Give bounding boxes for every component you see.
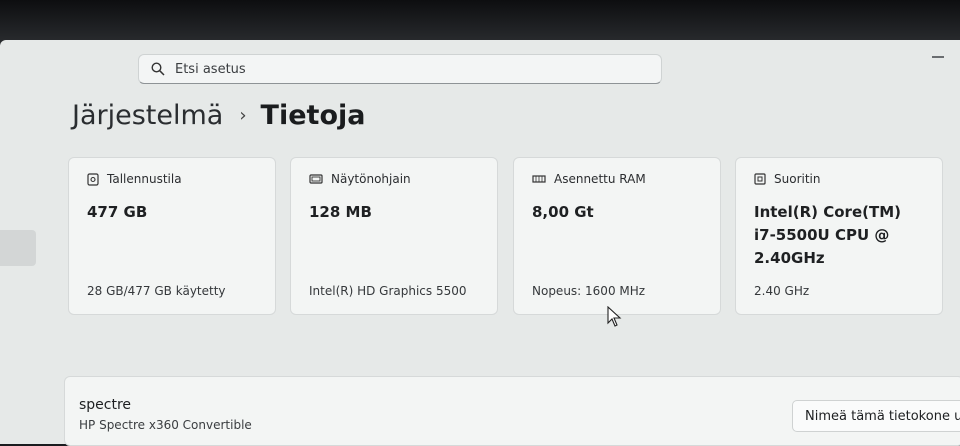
breadcrumb-parent-link[interactable]: Järjestelmä <box>72 100 223 131</box>
device-model: HP Spectre x360 Convertible <box>79 418 252 432</box>
search-box[interactable] <box>138 54 662 84</box>
processor-name-line: i7-5500U CPU @ <box>754 226 890 244</box>
mouse-cursor-icon <box>607 306 622 327</box>
graphics-card[interactable]: Näytönohjain 128 MB Intel(R) HD Graphics… <box>290 157 498 315</box>
graphics-card-title: Näytönohjain <box>331 172 411 186</box>
graphics-memory: 128 MB <box>309 203 372 221</box>
processor-name-line: Intel(R) Core(TM) <box>754 203 901 221</box>
processor-name-line: 2.40GHz <box>754 249 825 267</box>
graphics-adapter-name: Intel(R) HD Graphics 5500 <box>309 284 467 298</box>
rename-pc-button[interactable]: Nimeä tämä tietokone u <box>792 400 960 432</box>
breadcrumb: Järjestelmä › Tietoja <box>72 100 365 131</box>
search-icon <box>149 60 167 78</box>
processor-card-title: Suoritin <box>774 172 821 186</box>
memory-icon <box>532 175 546 183</box>
chevron-right-icon: › <box>239 105 247 126</box>
processor-speed: 2.40 GHz <box>754 284 810 298</box>
storage-icon <box>87 172 99 186</box>
settings-window: Järjestelmä › Tietoja Tallennustila 477 … <box>0 40 960 446</box>
device-name-panel: spectre HP Spectre x360 Convertible Nime… <box>64 376 960 446</box>
storage-size: 477 GB <box>87 203 148 221</box>
device-name: spectre <box>79 397 132 413</box>
page-title: Tietoja <box>260 100 366 131</box>
processor-name: Intel(R) Core(TM) i7-5500U CPU @ 2.40GHz <box>754 201 901 270</box>
processor-icon <box>754 173 766 185</box>
display-adapter-icon <box>309 173 323 184</box>
search-input[interactable] <box>173 60 617 78</box>
screen-bezel <box>0 0 960 44</box>
ram-speed: Nopeus: 1600 MHz <box>532 284 646 298</box>
ram-card-title: Asennettu RAM <box>554 172 646 186</box>
storage-card[interactable]: Tallennustila 477 GB 28 GB/477 GB käytet… <box>68 157 276 315</box>
collapsed-nav-tab[interactable] <box>0 230 36 266</box>
storage-usage: 28 GB/477 GB käytetty <box>87 284 226 298</box>
minimize-button[interactable] <box>932 56 944 58</box>
ram-card[interactable]: Asennettu RAM 8,00 Gt Nopeus: 1600 MHz <box>513 157 721 315</box>
processor-card[interactable]: Suoritin Intel(R) Core(TM) i7-5500U CPU … <box>735 157 943 315</box>
ram-size: 8,00 Gt <box>532 203 594 221</box>
storage-card-title: Tallennustila <box>107 172 182 186</box>
